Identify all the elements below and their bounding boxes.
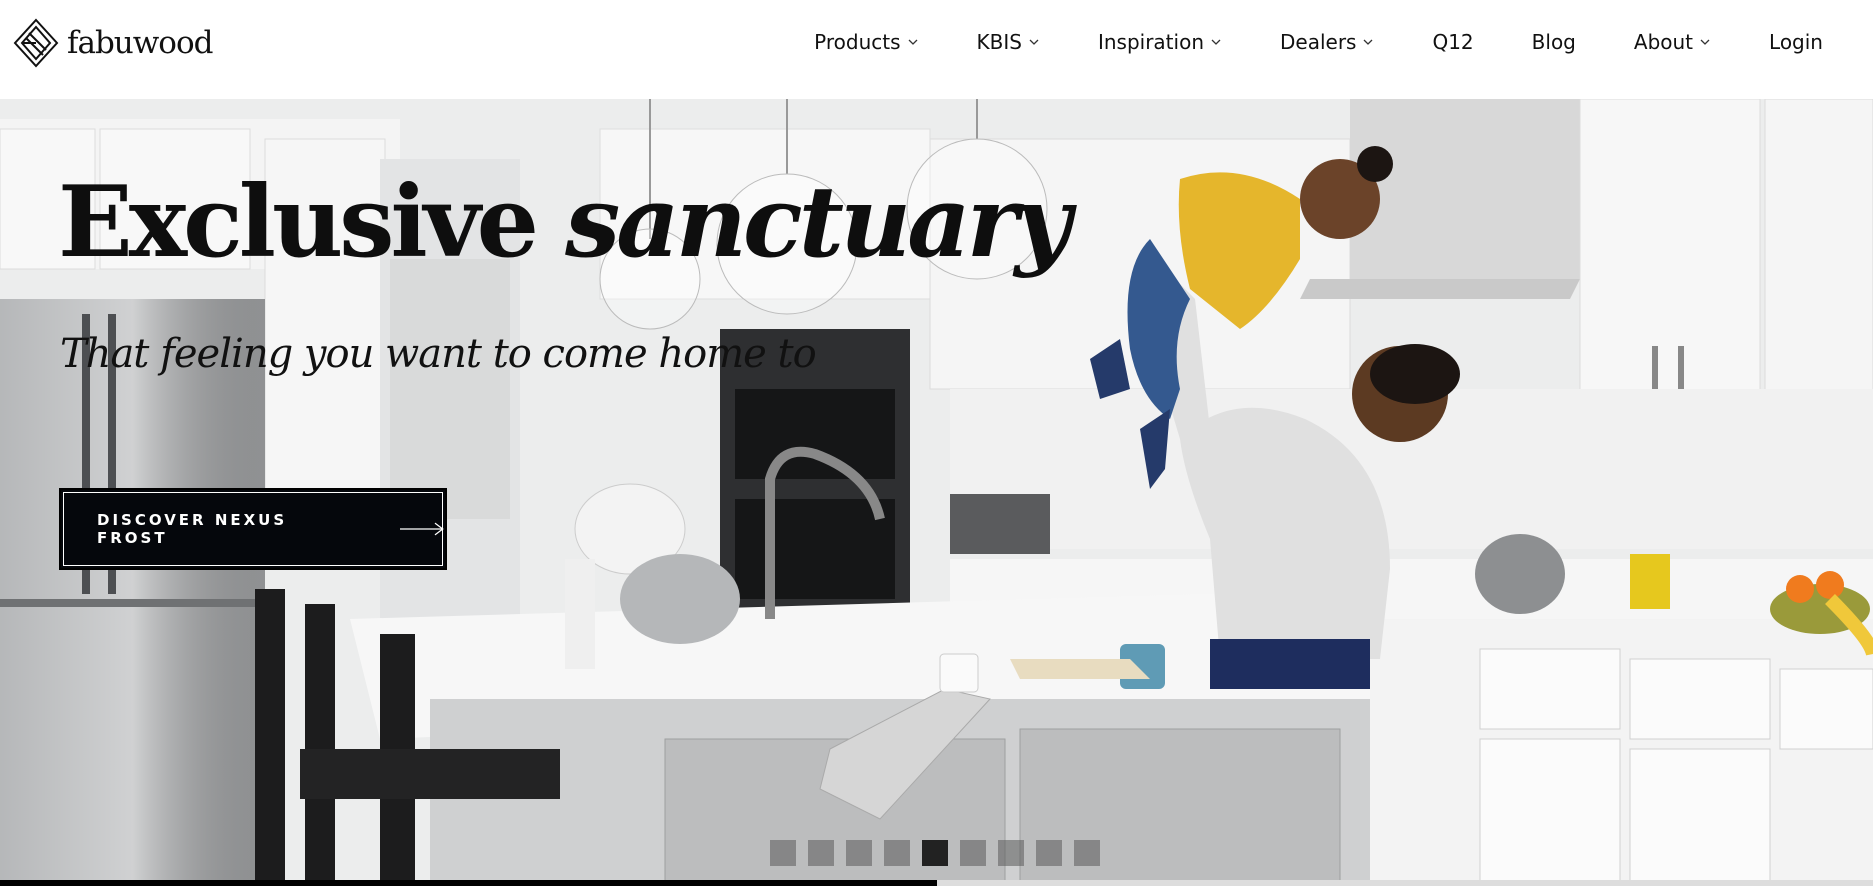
hero-subtitle: That feeling you want to come home to <box>60 331 817 377</box>
slider-dot-3[interactable] <box>846 840 872 866</box>
slider-dot-5[interactable] <box>922 840 948 866</box>
nav-item-login[interactable]: Login <box>1769 30 1823 54</box>
nav-item-blog[interactable]: Blog <box>1532 30 1576 54</box>
slider-dot-7[interactable] <box>998 840 1024 866</box>
chevron-down-icon <box>1700 39 1710 45</box>
nav-item-kbis[interactable]: KBIS <box>977 30 1040 54</box>
hero-title: Exclusive sanctuary <box>58 169 1071 277</box>
nav-item-about[interactable]: About <box>1634 30 1711 54</box>
chevron-down-icon <box>1029 39 1039 45</box>
chevron-down-icon <box>1211 39 1221 45</box>
fabuwood-logo-icon <box>13 18 59 68</box>
nav-item-label: Dealers <box>1280 30 1357 54</box>
chevron-down-icon <box>1364 39 1373 45</box>
nav-item-dealers[interactable]: Dealers <box>1280 30 1374 54</box>
nav-item-label: Products <box>814 30 901 54</box>
hero-title-italic: sanctuary <box>565 165 1071 280</box>
nav-item-label: Blog <box>1531 30 1576 54</box>
nav-item-label: Login <box>1769 30 1823 54</box>
cta-label: DISCOVER NEXUS FROST <box>97 511 288 547</box>
slider-dot-6[interactable] <box>960 840 986 866</box>
slider-dot-8[interactable] <box>1036 840 1062 866</box>
nav-item-label: KBIS <box>976 30 1022 54</box>
discover-nexus-frost-button[interactable]: DISCOVER NEXUS FROST <box>59 488 447 570</box>
slider-dot-2[interactable] <box>808 840 834 866</box>
hero-title-plain: Exclusive <box>58 165 539 280</box>
logo[interactable]: fabuwood <box>13 18 213 68</box>
slider-dot-9[interactable] <box>1074 840 1100 866</box>
brand-name: fabuwood <box>67 25 213 61</box>
nav-item-inspiration[interactable]: Inspiration <box>1098 30 1222 54</box>
slider-dot-1[interactable] <box>770 840 796 866</box>
slider-dots <box>770 840 1100 866</box>
nav-item-q12[interactable]: Q12 <box>1432 30 1473 54</box>
site-header: fabuwood Products KBIS Inspiration Deale… <box>0 0 1873 99</box>
nav-item-products[interactable]: Products <box>814 30 918 54</box>
hero-slider: Exclusive sanctuary That feeling you wan… <box>0 99 1873 886</box>
chevron-down-icon <box>908 39 917 45</box>
nav-item-label: Q12 <box>1432 30 1474 54</box>
nav-item-label: About <box>1633 30 1694 54</box>
slide-progress-fill <box>0 880 937 886</box>
nav-item-label: Inspiration <box>1097 30 1204 54</box>
main-nav: Products KBIS Inspiration Dealers Q12 Bl… <box>814 30 1823 54</box>
slider-dot-4[interactable] <box>884 840 910 866</box>
slide-progress-bar <box>0 880 1873 886</box>
arrow-right-icon <box>400 522 445 536</box>
